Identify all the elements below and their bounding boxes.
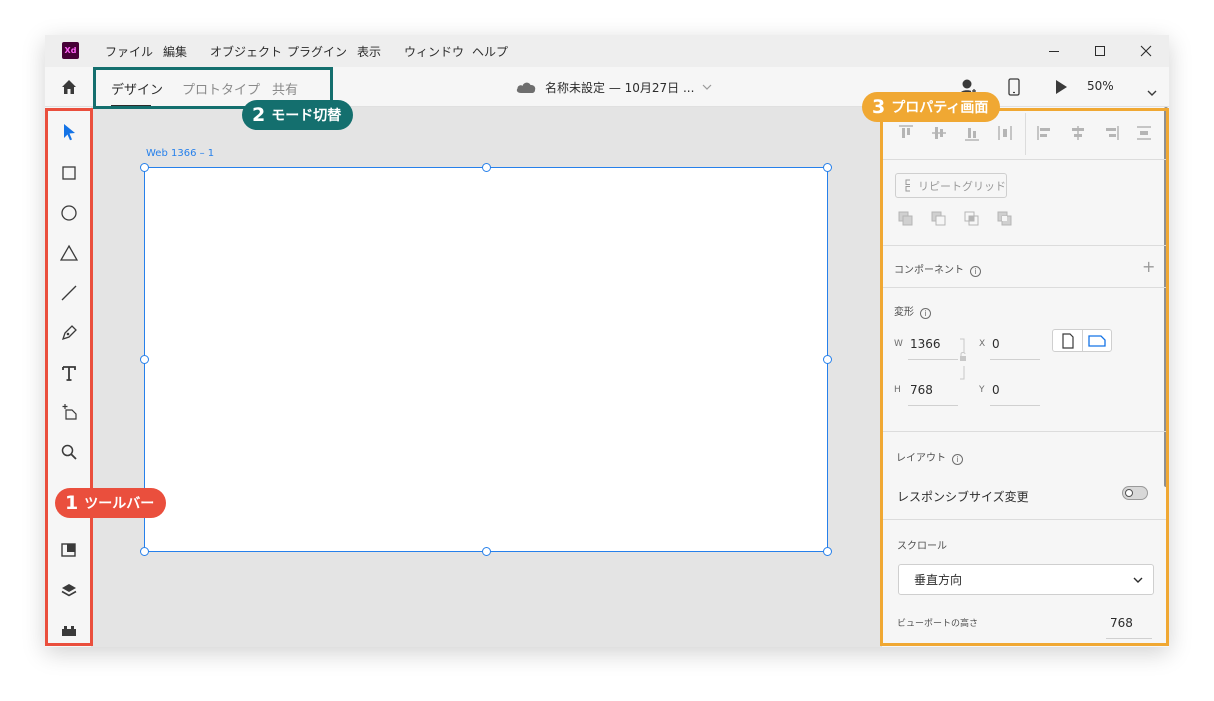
callout-number: 1	[65, 492, 79, 514]
resize-handle-top[interactable]	[482, 163, 491, 172]
resize-handle-bottom-right[interactable]	[823, 547, 832, 556]
zoom-level[interactable]: 50%	[1087, 79, 1114, 93]
callout-label: ツールバー	[84, 496, 155, 512]
resize-handle-right[interactable]	[823, 355, 832, 364]
resize-handle-top-left[interactable]	[140, 163, 149, 172]
mobile-icon	[1008, 78, 1020, 96]
device-preview-button[interactable]	[1007, 78, 1021, 96]
toolbar-callout: 1 ツールバー	[55, 488, 167, 518]
minimize-icon	[1049, 51, 1059, 52]
property-panel-highlight-frame	[880, 108, 1169, 646]
menu-window[interactable]: ウィンドウ	[404, 43, 464, 60]
home-icon	[62, 80, 76, 94]
callout-number: 3	[872, 96, 886, 118]
callout-label: プロパティ画面	[891, 100, 989, 116]
document-title: 名称未設定 — 10月27日 ...	[545, 80, 695, 95]
document-title-menu[interactable]: 名称未設定 — 10月27日 ...	[515, 77, 712, 97]
menu-plugins[interactable]: プラグイン	[287, 43, 347, 60]
canvas[interactable]: Web 1366 – 1	[92, 107, 881, 647]
resize-handle-left[interactable]	[140, 355, 149, 364]
mode-switch-callout: 2 モード切替	[242, 100, 354, 130]
resize-handle-bottom-left[interactable]	[140, 547, 149, 556]
artboard-label[interactable]: Web 1366 – 1	[146, 148, 214, 159]
menu-view[interactable]: 表示	[357, 43, 381, 60]
callout-number: 2	[252, 104, 266, 126]
home-button[interactable]	[60, 78, 78, 96]
cloud-icon	[516, 82, 536, 93]
chevron-down-icon	[1147, 90, 1157, 96]
menu-object[interactable]: オブジェクト	[210, 43, 282, 60]
maximize-button[interactable]	[1077, 35, 1123, 67]
menu-edit[interactable]: 編集	[163, 43, 187, 60]
close-button[interactable]	[1123, 35, 1169, 67]
menu-help[interactable]: ヘルプ	[472, 43, 508, 60]
xd-logo: Xd	[62, 42, 79, 59]
menu-file[interactable]: ファイル	[105, 43, 153, 60]
zoom-dropdown-button[interactable]	[1147, 82, 1157, 96]
screenshot-stage: Xd ファイル 編集 オブジェクト プラグイン 表示 ウィンドウ ヘルプ デザイ…	[0, 0, 1214, 701]
callout-label: モード切替	[271, 108, 342, 124]
resize-handle-top-right[interactable]	[823, 163, 832, 172]
maximize-icon	[1095, 46, 1105, 56]
minimize-button[interactable]	[1031, 35, 1077, 67]
resize-handle-bottom[interactable]	[482, 547, 491, 556]
menubar: Xd ファイル 編集 オブジェクト プラグイン 表示 ウィンドウ ヘルプ	[45, 35, 1169, 67]
play-icon	[1056, 80, 1067, 94]
artboard[interactable]	[144, 167, 828, 552]
close-icon	[1140, 45, 1152, 57]
property-panel-callout: 3 プロパティ画面	[862, 92, 1001, 122]
chevron-down-icon	[703, 84, 712, 90]
toolbar-highlight-frame	[45, 108, 93, 646]
play-preview-button[interactable]	[1054, 79, 1068, 95]
